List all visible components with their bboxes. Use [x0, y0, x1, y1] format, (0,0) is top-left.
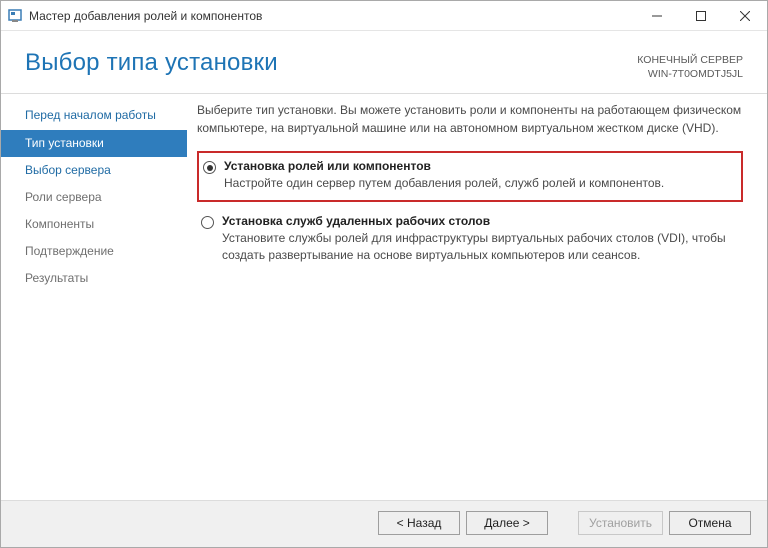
titlebar: Мастер добавления ролей и компонентов	[1, 1, 767, 31]
option-text: Установка служб удаленных рабочих столов…	[222, 214, 735, 264]
back-button[interactable]: < Назад	[378, 511, 460, 535]
sidebar-item-server-selection[interactable]: Выбор сервера	[1, 157, 187, 184]
option-desc: Установите службы ролей для инфраструкту…	[222, 230, 735, 264]
sidebar-item-server-roles: Роли сервера	[1, 184, 187, 211]
option-rds[interactable]: Установка служб удаленных рабочих столов…	[197, 208, 743, 272]
server-label: КОНЕЧНЫЙ СЕРВЕР	[637, 53, 743, 67]
close-button[interactable]	[723, 1, 767, 30]
sidebar-item-features: Компоненты	[1, 211, 187, 238]
option-text: Установка ролей или компонентов Настройт…	[224, 159, 733, 192]
footer: < Назад Далее > Установить Отмена	[1, 500, 767, 547]
sidebar-item-installation-type[interactable]: Тип установки	[1, 130, 187, 157]
sidebar: Перед началом работы Тип установки Выбор…	[1, 94, 187, 500]
server-info: КОНЕЧНЫЙ СЕРВЕР WIN-7T0OMDTJ5JL	[637, 49, 743, 81]
sidebar-item-confirmation: Подтверждение	[1, 238, 187, 265]
next-button[interactable]: Далее >	[466, 511, 548, 535]
app-icon	[7, 8, 23, 24]
server-name: WIN-7T0OMDTJ5JL	[637, 67, 743, 81]
option-desc: Настройте один сервер путем добавления р…	[224, 175, 733, 192]
option-role-based[interactable]: Установка ролей или компонентов Настройт…	[197, 151, 743, 202]
radio-icon[interactable]	[201, 216, 214, 229]
option-title: Установка ролей или компонентов	[224, 159, 733, 173]
page-title: Выбор типа установки	[25, 49, 278, 77]
button-spacer	[554, 511, 572, 535]
option-title: Установка служб удаленных рабочих столов	[222, 214, 735, 228]
wizard-body: Перед началом работы Тип установки Выбор…	[1, 94, 767, 500]
minimize-button[interactable]	[635, 1, 679, 30]
content-pane: Выберите тип установки. Вы можете устано…	[187, 94, 767, 500]
intro-text: Выберите тип установки. Вы можете устано…	[197, 102, 743, 137]
header: Выбор типа установки КОНЕЧНЫЙ СЕРВЕР WIN…	[1, 31, 767, 94]
sidebar-item-results: Результаты	[1, 265, 187, 292]
maximize-button[interactable]	[679, 1, 723, 30]
window-title: Мастер добавления ролей и компонентов	[29, 9, 635, 23]
install-button: Установить	[578, 511, 663, 535]
sidebar-item-before-you-begin[interactable]: Перед началом работы	[1, 102, 187, 129]
window-controls	[635, 1, 767, 30]
radio-icon[interactable]	[203, 161, 216, 174]
cancel-button[interactable]: Отмена	[669, 511, 751, 535]
